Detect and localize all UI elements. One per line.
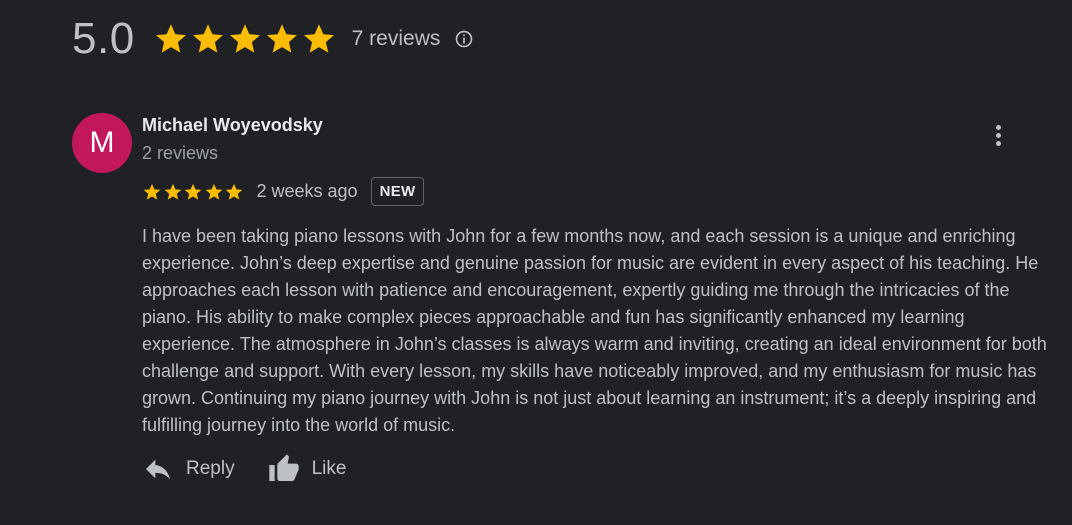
star-icon [192, 24, 223, 53]
review-time: 2 weeks ago [256, 181, 358, 201]
average-score: 5.0 [72, 14, 135, 63]
reply-label: Reply [186, 458, 235, 479]
star-icon [229, 24, 260, 53]
review-meta: 2 weeks ago NEW [142, 177, 425, 206]
reviewer-name[interactable]: Michael Woyevodsky [142, 115, 323, 136]
thumb-up-icon [268, 454, 299, 481]
average-stars [153, 21, 338, 57]
rating-summary: 5.0 7 reviews [72, 14, 474, 64]
avatar[interactable]: M [72, 113, 132, 173]
star-icon [164, 183, 181, 200]
star-icon [266, 24, 297, 53]
reply-button[interactable]: Reply [142, 453, 235, 485]
review-text: I have been taking piano lessons with Jo… [142, 226, 1047, 435]
review-actions: Reply Like [142, 453, 346, 485]
reviewer-review-count: 2 reviews [142, 143, 219, 163]
reply-icon [146, 459, 170, 480]
info-icon[interactable] [454, 29, 474, 49]
star-icon [225, 183, 243, 200]
like-button[interactable]: Like [268, 453, 347, 485]
star-icon [184, 183, 202, 200]
more-vert-icon[interactable] [986, 121, 1010, 149]
review-stars [142, 182, 245, 202]
new-badge: NEW [370, 177, 425, 206]
star-icon [143, 183, 161, 200]
review-count-link[interactable]: 7 reviews [352, 27, 441, 51]
star-icon [303, 24, 334, 53]
like-label: Like [311, 458, 347, 479]
star-icon [155, 24, 186, 53]
star-icon [205, 183, 222, 200]
